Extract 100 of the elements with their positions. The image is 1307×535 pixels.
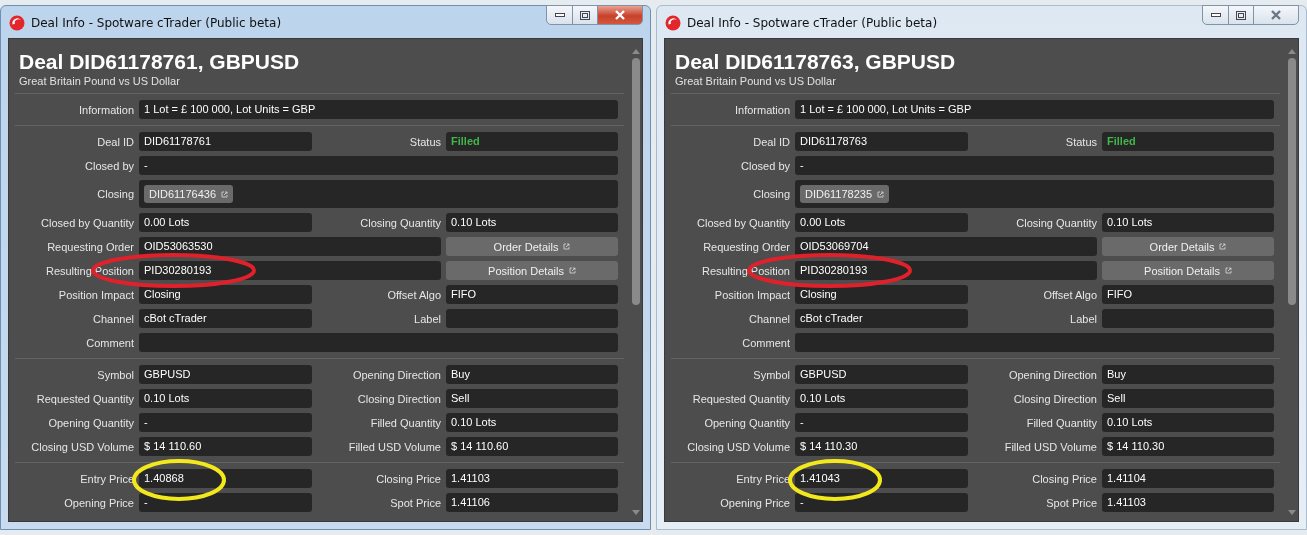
field-value: $ 14 110.30 <box>1102 437 1274 456</box>
status-value: Filled <box>451 135 480 147</box>
external-link-icon <box>877 190 885 198</box>
field-label: Spot Price <box>389 496 442 509</box>
app-logo-icon <box>665 15 681 31</box>
field-value: - <box>795 156 1274 175</box>
field-label: Filled USD Volume <box>1003 440 1098 453</box>
field-label: Closing <box>752 188 791 200</box>
field-label: Status <box>408 135 442 148</box>
field-value: Sell <box>1102 389 1274 408</box>
field-label: Closing USD Volume <box>686 440 791 453</box>
close-icon <box>614 10 626 20</box>
close-button[interactable] <box>597 5 643 25</box>
minimize-button[interactable] <box>1202 5 1229 25</box>
field-label: Opening Price <box>63 496 135 509</box>
field-label: Spot Price <box>1045 496 1098 509</box>
field-value: 0.10 Lots <box>1102 213 1274 232</box>
field-value: GBPUSD <box>139 365 312 384</box>
field-label: Comment <box>85 336 135 349</box>
field-label: Opening Direction <box>351 368 442 381</box>
close-button[interactable] <box>1253 5 1299 25</box>
window-title: Deal Info - Spotware cTrader (Public beta) <box>31 16 283 30</box>
field-value: Buy <box>1102 365 1274 384</box>
field-label: Position Impact <box>713 288 791 301</box>
field-label: Closing USD Volume <box>30 440 135 453</box>
field-value: OID53063530 <box>139 237 441 256</box>
field-value: Sell <box>446 389 618 408</box>
external-link-icon <box>1224 267 1232 274</box>
field-label: Status <box>1064 135 1098 148</box>
minimize-icon <box>554 13 565 17</box>
deal-heading: Deal DID61178761, GBPUSD <box>18 50 301 74</box>
field-value: Closing <box>139 285 312 304</box>
symbol-description: Great Britain Pound vs US Dollar <box>674 75 837 87</box>
field-label: Closing Quantity <box>359 216 442 229</box>
field-label: Closed by Quantity <box>696 216 791 229</box>
external-link-icon <box>568 267 576 274</box>
field-value: PID30280193 <box>795 261 1097 280</box>
field-value: 0.00 Lots <box>139 213 312 232</box>
field-label: Closed by <box>84 159 135 172</box>
deal-heading: Deal DID61178763, GBPUSD <box>674 50 957 74</box>
field-value: 0.10 Lots <box>446 213 618 232</box>
window-title: Deal Info - Spotware cTrader (Public beta) <box>687 16 939 30</box>
field-value: - <box>139 413 312 432</box>
field-value: 1.41103 <box>1102 493 1274 512</box>
field-label: Position Impact <box>57 288 135 301</box>
details-button[interactable]: Position Details <box>446 261 618 280</box>
field-label: Offset Algo <box>386 288 442 301</box>
field-label: Label <box>1069 312 1098 325</box>
field-value: $ 14 110.60 <box>446 437 618 456</box>
deal-link[interactable]: DID61178235 <box>800 185 890 203</box>
symbol-description: Great Britain Pound vs US Dollar <box>18 75 181 87</box>
minimize-button[interactable] <box>546 5 573 25</box>
field-value: 1.41043 <box>795 469 968 488</box>
field-value: 1 Lot = £ 100 000, Lot Units = GBP <box>795 100 1274 119</box>
field-value: 0.10 Lots <box>795 389 968 408</box>
field-label: Information <box>733 103 791 116</box>
field-label: Opening Quantity <box>47 416 135 429</box>
field-label: Opening Quantity <box>703 416 791 429</box>
field-value: 0.10 Lots <box>1102 413 1274 432</box>
field-label: Opening Price <box>719 496 791 509</box>
field-label: Deal ID <box>96 135 135 148</box>
maximize-button[interactable] <box>1228 5 1254 25</box>
field-label: Requested Quantity <box>691 392 791 405</box>
field-label: Closed by <box>740 159 791 172</box>
field-label: Closing Direction <box>1012 392 1098 405</box>
field-value: PID30280193 <box>139 261 441 280</box>
field-label: Deal ID <box>752 135 791 148</box>
external-link-icon <box>221 190 229 198</box>
field-label: Comment <box>741 336 791 349</box>
app-logo-icon <box>9 15 25 31</box>
field-value: cBot cTrader <box>139 309 312 328</box>
field-label: Entry Price <box>79 472 135 485</box>
field-label: Closing Price <box>1031 472 1098 485</box>
status-value: Filled <box>1107 135 1136 147</box>
field-label: Channel <box>92 312 135 325</box>
field-label: Offset Algo <box>1042 288 1098 301</box>
deal-link[interactable]: DID61176436 <box>144 185 234 203</box>
details-button[interactable]: Order Details <box>1102 237 1274 256</box>
field-label: Channel <box>748 312 791 325</box>
field-label: Requesting Order <box>46 240 135 253</box>
field-value: 1.40868 <box>139 469 312 488</box>
maximize-button[interactable] <box>572 5 598 25</box>
close-icon <box>1270 10 1282 20</box>
field-value: 1.41106 <box>446 493 618 512</box>
external-link-icon <box>563 243 571 250</box>
field-value: 1 Lot = £ 100 000, Lot Units = GBP <box>139 100 618 119</box>
field-value: FIFO <box>1102 285 1274 304</box>
field-label: Closing Quantity <box>1015 216 1098 229</box>
field-value: 0.10 Lots <box>446 413 618 432</box>
field-value: $ 14 110.30 <box>795 437 968 456</box>
field-value: $ 14 110.60 <box>139 437 312 456</box>
field-label: Entry Price <box>735 472 791 485</box>
field-value: GBPUSD <box>795 365 968 384</box>
field-value: OID53069704 <box>795 237 1097 256</box>
field-label: Symbol <box>96 368 135 381</box>
field-value: DID61178763 <box>795 132 968 151</box>
field-value: Closing <box>795 285 968 304</box>
details-button[interactable]: Order Details <box>446 237 618 256</box>
field-label: Information <box>77 103 135 116</box>
details-button[interactable]: Position Details <box>1102 261 1274 280</box>
